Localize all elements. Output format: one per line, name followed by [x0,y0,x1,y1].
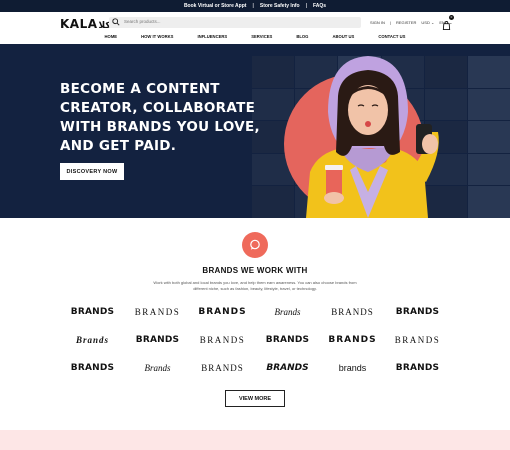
brand-logo: BRANDS [395,307,440,317]
faqs-link[interactable]: FAQs [313,3,326,9]
nav-influencers[interactable]: INFLUENCERS [197,34,227,44]
brand-logo: Brands [144,363,171,373]
view-more-button[interactable]: VIEW MORE [225,390,285,407]
brand-logo: BRANDS [70,307,115,317]
nav-about-us[interactable]: ABOUT US [332,34,354,44]
nav-home[interactable]: HOME [105,34,118,44]
brand-logo: Brands [75,335,109,345]
brand-logo: BRANDS [331,307,374,317]
brand-logo: BRANDS [198,307,247,317]
search-icon [112,18,120,26]
cart-count-badge: 0 [449,15,454,20]
logo-text: KALA [60,17,98,31]
store-safety-link[interactable]: Store Safety Info [260,3,300,9]
discovery-now-button[interactable]: DISCOVERY NOW [60,163,124,180]
brand-logo: Brands [274,307,301,317]
hero-creator-illustration [306,56,439,218]
site-header: KALAكلا Search products... SIGN IN | REG… [0,12,510,34]
book-appointment-link[interactable]: Book Virtual or Store Appt [184,3,247,9]
brand-logo: BRANDS [266,363,309,373]
shopping-bag-icon [442,21,451,30]
brand-logo: BRANDS [134,307,181,317]
register-link[interactable]: REGISTER [396,20,416,25]
brand-logo: BRANDS [395,363,440,373]
brands-section-title: BRANDS WE WORK WITH [202,266,308,275]
currency-select[interactable]: USD ⌄ [421,20,434,25]
brands-section-description: Work with both global and local brands y… [153,280,357,291]
search-input[interactable]: Search products... [124,19,161,24]
hero-headline: BECOME A CONTENT CREATOR, COLLABORATE WI… [60,81,260,154]
brand-logo: BRANDS [265,335,310,345]
footer-pink-band [0,430,510,450]
brand-logo: BRANDS [328,335,377,345]
brands-section-badge [242,232,268,258]
header-account-links: SIGN IN | REGISTER USD ⌄ ENG ⌄ [370,20,452,25]
site-logo[interactable]: KALAكلا [60,17,111,31]
nav-contact-us[interactable]: CONTACT US [378,34,405,44]
brand-logo: BRANDS [70,363,115,373]
separator: | [252,3,254,9]
chat-bubble-icon [250,239,260,250]
nav-services[interactable]: SERVICES [251,34,272,44]
brand-logos-grid: BRANDS BRANDS BRANDS Brands BRANDS BRAND… [60,298,450,382]
nav-how-it-works[interactable]: HOW IT WORKS [141,34,173,44]
nav-blog[interactable]: BLOG [296,34,308,44]
hero-banner: BECOME A CONTENT CREATOR, COLLABORATE WI… [0,44,510,218]
brand-logo: BRANDS [199,335,246,345]
brand-logo: BRANDS [135,335,180,345]
brand-logo: BRANDS [201,363,244,373]
separator: | [305,3,307,9]
search-bar[interactable]: Search products... [109,17,361,28]
separator: | [389,20,391,25]
sign-in-link[interactable]: SIGN IN [370,20,385,25]
brand-logo: BRANDS [394,335,441,345]
main-nav: HOME HOW IT WORKS INFLUENCERS SERVICES B… [0,34,510,44]
top-announcement-bar: Book Virtual or Store Appt | Store Safet… [0,0,510,12]
brand-logo: brands [338,363,367,373]
cart-button[interactable]: 0 [442,15,454,30]
